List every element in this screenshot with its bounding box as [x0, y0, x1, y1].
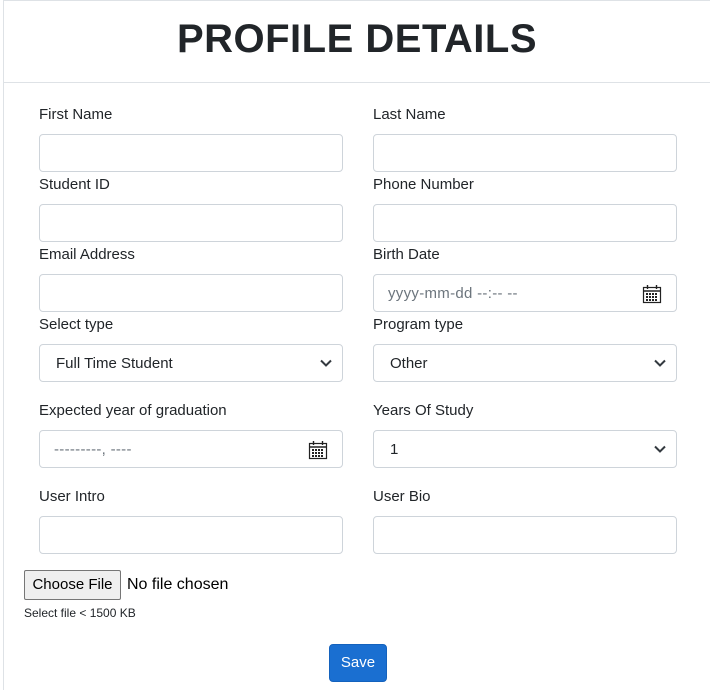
phone-number-input[interactable] — [373, 204, 677, 242]
card-header: PROFILE DETAILS — [4, 1, 710, 83]
select-type-value: Full Time Student — [56, 355, 173, 372]
birth-date-label: Birth Date — [373, 246, 440, 263]
user-bio-label: User Bio — [373, 488, 431, 505]
graduation-year-placeholder: ---------, ---- — [54, 441, 132, 458]
select-type-label: Select type — [39, 316, 114, 333]
calendar-icon[interactable] — [308, 440, 328, 460]
student-id-input[interactable] — [39, 204, 343, 242]
years-of-study-dropdown[interactable]: 1 — [373, 430, 677, 468]
birth-date-placeholder: yyyy-mm-dd --:-- -- — [388, 285, 518, 302]
last-name-label: Last Name — [373, 106, 446, 123]
page-title: PROFILE DETAILS — [176, 17, 538, 61]
chevron-down-icon — [654, 359, 666, 367]
student-id-label: Student ID — [39, 176, 110, 193]
user-intro-label: User Intro — [39, 488, 105, 505]
email-input[interactable] — [39, 274, 343, 312]
first-name-input[interactable] — [39, 134, 343, 172]
graduation-year-label: Expected year of graduation — [39, 402, 227, 419]
file-size-hint: Select file < 1500 KB — [24, 606, 136, 620]
chevron-down-icon — [654, 445, 666, 453]
phone-number-label: Phone Number — [373, 176, 474, 193]
user-bio-input[interactable] — [373, 516, 677, 554]
program-type-label: Program type — [373, 316, 464, 333]
years-of-study-value: 1 — [390, 441, 399, 458]
file-status-text: No file chosen — [127, 576, 229, 593]
choose-file-button[interactable]: Choose File — [24, 570, 121, 600]
email-label: Email Address — [39, 246, 135, 263]
save-button[interactable]: Save — [329, 644, 387, 682]
last-name-input[interactable] — [373, 134, 677, 172]
calendar-icon[interactable] — [642, 284, 662, 304]
user-intro-input[interactable] — [39, 516, 343, 554]
chevron-down-icon — [320, 359, 332, 367]
program-type-value: Other — [390, 355, 428, 372]
birth-date-input[interactable]: yyyy-mm-dd --:-- -- — [373, 274, 677, 312]
years-of-study-label: Years Of Study — [373, 402, 474, 419]
graduation-year-input[interactable]: ---------, ---- — [39, 430, 343, 468]
first-name-label: First Name — [39, 106, 113, 123]
select-type-dropdown[interactable]: Full Time Student — [39, 344, 343, 382]
program-type-dropdown[interactable]: Other — [373, 344, 677, 382]
